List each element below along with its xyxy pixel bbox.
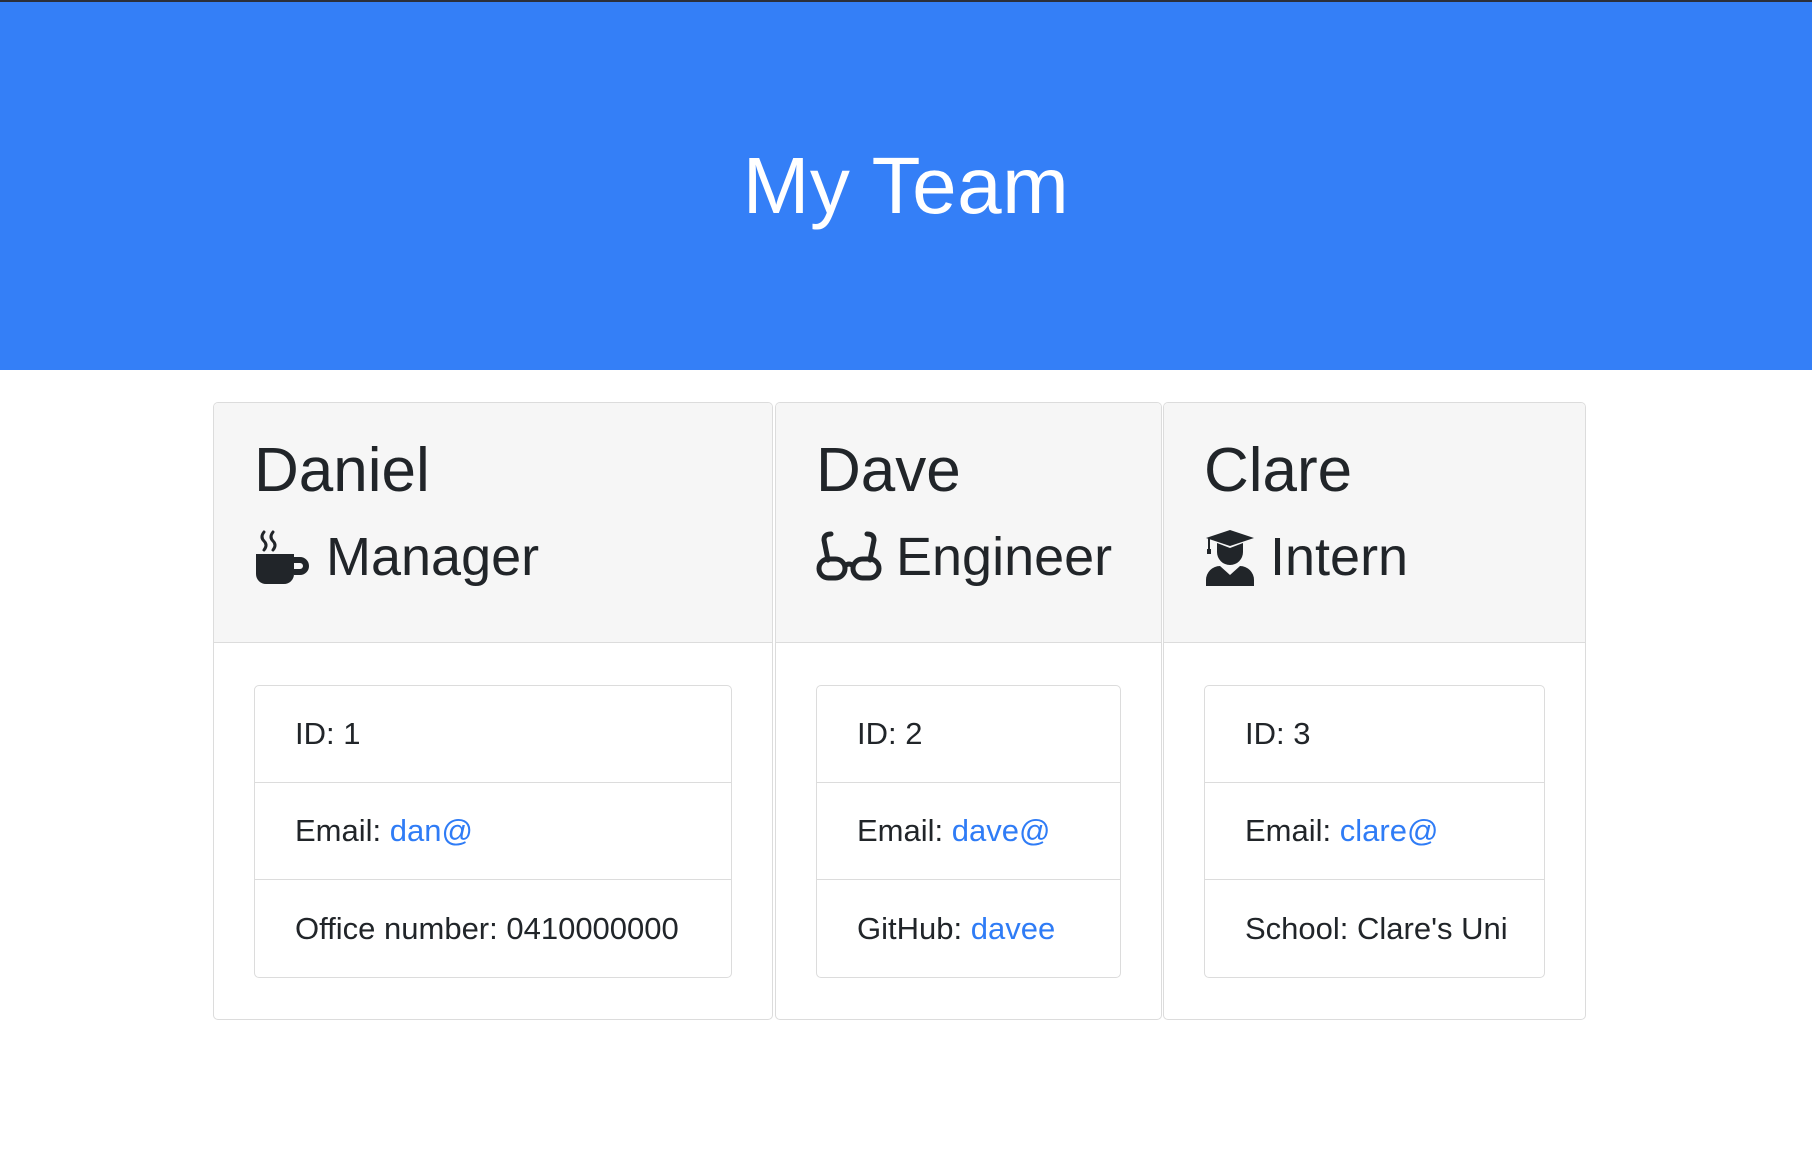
office-number-text: Office number: 0410000000 bbox=[295, 910, 679, 946]
employee-name: Dave bbox=[816, 436, 961, 505]
role-label: Manager bbox=[326, 527, 540, 587]
page-header: My Team bbox=[0, 2, 1812, 370]
employee-id: ID: 3 bbox=[1205, 686, 1544, 783]
employee-details-list: ID: 1 Email: dan@ Office number: 0410000… bbox=[254, 685, 732, 978]
github-username: GitHub: davee bbox=[817, 880, 1120, 977]
coffee-mug-icon bbox=[254, 528, 312, 586]
employee-card-intern: Clare Intern ID: 3 Email: clare@ School:… bbox=[1163, 402, 1586, 1020]
role-label: Engineer bbox=[896, 527, 1113, 587]
employee-role: Manager bbox=[254, 525, 539, 589]
employee-email: Email: clare@ bbox=[1205, 783, 1544, 880]
page-title: My Team bbox=[742, 141, 1070, 230]
school-name: School: Clare's Uni bbox=[1205, 880, 1544, 977]
email-link[interactable]: dan@ bbox=[390, 813, 473, 849]
id-text: ID: 2 bbox=[857, 716, 923, 751]
employee-details-list: ID: 2 Email: dave@ GitHub: davee bbox=[816, 685, 1121, 978]
email-label: Email: bbox=[1245, 813, 1340, 848]
school-text: School: Clare's Uni bbox=[1245, 910, 1508, 946]
employee-role: Intern bbox=[1204, 525, 1408, 589]
github-label: GitHub: bbox=[857, 910, 971, 946]
team-cards: Daniel Manager ID: 1 Email: dan@ Office … bbox=[0, 402, 1812, 1022]
office-number: Office number: 0410000000 bbox=[255, 880, 731, 977]
employee-name: Clare bbox=[1204, 436, 1353, 505]
role-label: Intern bbox=[1270, 527, 1409, 587]
employee-name: Daniel bbox=[254, 436, 430, 505]
employee-card-engineer: Dave Engineer ID: 2 Email: dave@ GitHub:… bbox=[775, 402, 1162, 1020]
employee-email: Email: dave@ bbox=[817, 783, 1120, 880]
card-header: Dave Engineer bbox=[776, 403, 1161, 643]
card-header: Daniel Manager bbox=[214, 403, 772, 643]
email-label: Email: bbox=[857, 813, 952, 848]
glasses-icon bbox=[816, 530, 882, 584]
employee-details-list: ID: 3 Email: clare@ School: Clare's Uni bbox=[1204, 685, 1545, 978]
employee-role: Engineer bbox=[816, 525, 1112, 589]
employee-id: ID: 2 bbox=[817, 686, 1120, 783]
email-label: Email: bbox=[295, 813, 390, 848]
employee-email: Email: dan@ bbox=[255, 783, 731, 880]
id-text: ID: 3 bbox=[1245, 716, 1311, 751]
email-link[interactable]: clare@ bbox=[1340, 813, 1439, 849]
graduate-icon bbox=[1204, 528, 1256, 586]
employee-card-manager: Daniel Manager ID: 1 Email: dan@ Office … bbox=[213, 402, 773, 1020]
email-link[interactable]: dave@ bbox=[952, 813, 1051, 849]
card-header: Clare Intern bbox=[1164, 403, 1585, 643]
employee-id: ID: 1 bbox=[255, 686, 731, 783]
id-text: ID: 1 bbox=[295, 716, 361, 751]
github-link[interactable]: davee bbox=[971, 911, 1055, 947]
